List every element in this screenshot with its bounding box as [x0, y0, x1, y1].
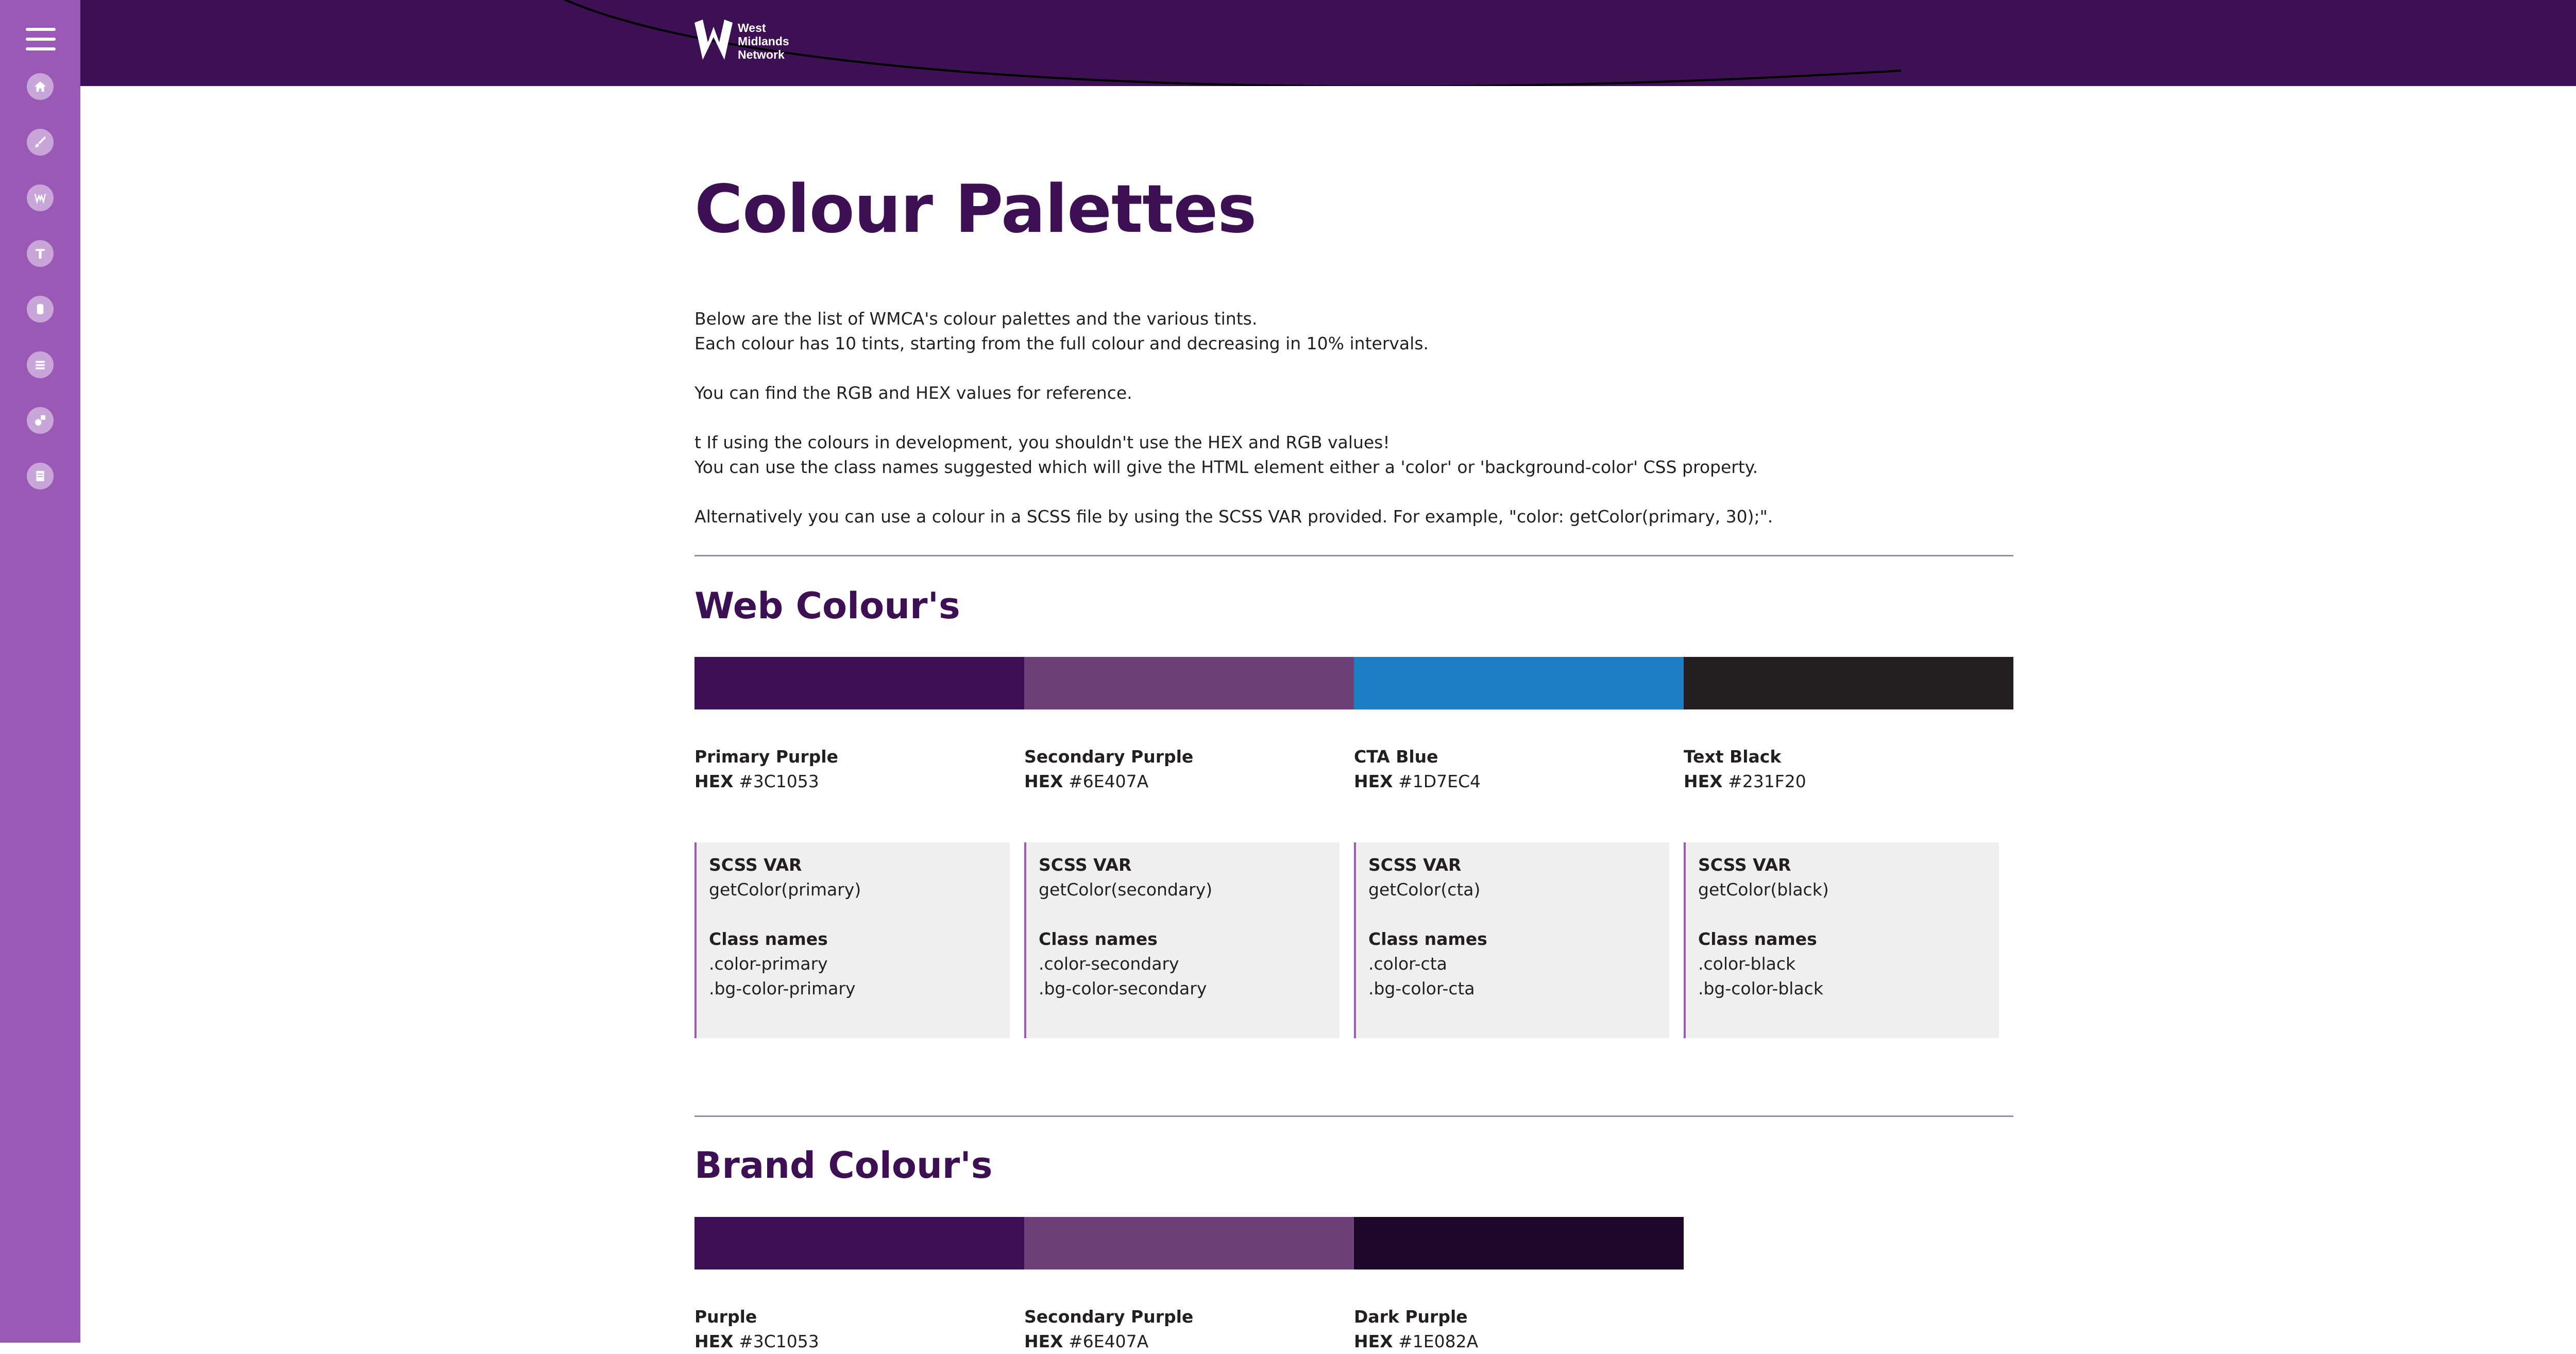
colour-card: Secondary Purple HEX #6E407A — [1024, 1305, 1354, 1354]
brush-icon[interactable] — [27, 129, 54, 156]
class-names-label: Class names — [1039, 929, 1158, 949]
colour-name: Secondary Purple — [1024, 747, 1194, 767]
scss-var-value: getColor(cta) — [1368, 879, 1481, 900]
colour-hex: HEX #1E082A — [1354, 1331, 1479, 1351]
scss-var-value: getColor(secondary) — [1039, 879, 1213, 900]
intro-line: t If using the colours in development, y… — [694, 432, 1390, 452]
class-name: .bg-color-secondary — [1039, 978, 1207, 998]
colour-hex: HEX #6E407A — [1024, 1331, 1149, 1351]
header-curve-decoration — [563, 0, 1902, 86]
colour-hex: HEX #231F20 — [1684, 771, 1806, 791]
class-name: .color-primary — [709, 954, 828, 974]
home-icon[interactable] — [27, 73, 54, 100]
intro-line: You can use the class names suggested wh… — [694, 457, 1758, 477]
swatch-dark-purple — [1354, 1217, 1684, 1270]
logo-mark-icon — [694, 20, 733, 60]
wmn-logo[interactable]: West Midlands Network — [694, 20, 789, 63]
divider — [694, 555, 2013, 556]
icon-set-icon[interactable] — [27, 407, 54, 434]
sidebar — [0, 0, 80, 1343]
colour-hex: HEX #1D7EC4 — [1354, 771, 1481, 791]
colour-hex: HEX #3C1053 — [694, 771, 819, 791]
typography-icon[interactable] — [27, 240, 54, 267]
scss-var-value: getColor(black) — [1698, 879, 1829, 900]
logo-icon[interactable] — [27, 184, 54, 211]
class-name: .color-cta — [1368, 954, 1447, 974]
swatch-primary-purple — [694, 657, 1024, 709]
swatch-secondary-purple — [1024, 657, 1354, 709]
colour-usage-panel: SCSS VAR getColor(black) Class names .co… — [1684, 842, 1999, 1038]
divider — [694, 1115, 2013, 1117]
brand-colour-swatches — [694, 1217, 1684, 1270]
colour-hex: HEX #6E407A — [1024, 771, 1149, 791]
intro-text: Below are the list of WMCA's colour pale… — [694, 307, 2013, 554]
scss-var-value: getColor(primary) — [709, 879, 861, 900]
scss-var-label: SCSS VAR — [1698, 855, 1791, 875]
web-colour-swatches — [694, 657, 2013, 709]
colour-usage-panel: SCSS VAR getColor(secondary) Class names… — [1024, 842, 1340, 1038]
colour-usage-panel: SCSS VAR getColor(cta) Class names .colo… — [1354, 842, 1669, 1038]
scss-var-label: SCSS VAR — [1039, 855, 1132, 875]
component-icon[interactable] — [27, 296, 54, 323]
class-name: .bg-color-black — [1698, 978, 1823, 998]
colour-name: Dark Purple — [1354, 1307, 1468, 1327]
swatch-cta-blue — [1354, 657, 1684, 709]
swatch-purple — [694, 1217, 1024, 1270]
intro-line: Each colour has 10 tints, starting from … — [694, 333, 1429, 353]
intro-line: You can find the RGB and HEX values for … — [694, 383, 1132, 403]
swatch-text-black — [1684, 657, 2013, 709]
intro-line: Alternatively you can use a colour in a … — [694, 506, 1773, 527]
colour-card: Purple HEX #3C1053 — [694, 1305, 1024, 1354]
class-name: .color-black — [1698, 954, 1796, 974]
colour-card: Text Black HEX #231F20 SCSS VAR getColor… — [1684, 744, 2013, 1038]
class-names-label: Class names — [1698, 929, 1817, 949]
colour-name: CTA Blue — [1354, 747, 1438, 767]
colour-name: Primary Purple — [694, 747, 838, 767]
document-icon[interactable] — [27, 463, 54, 489]
class-name: .bg-color-cta — [1368, 978, 1475, 998]
brand-colour-cards: Purple HEX #3C1053 Secondary Purple HEX … — [694, 1305, 1684, 1354]
logo-wordmark: West Midlands Network — [738, 21, 789, 61]
colour-name: Purple — [694, 1307, 757, 1327]
site-header: West Midlands Network — [80, 0, 2576, 86]
class-name: .color-secondary — [1039, 954, 1179, 974]
swatch-secondary-purple — [1024, 1217, 1354, 1270]
class-name: .bg-color-primary — [709, 978, 856, 998]
colour-card: CTA Blue HEX #1D7EC4 SCSS VAR getColor(c… — [1354, 744, 1684, 1038]
colour-hex: HEX #3C1053 — [694, 1331, 819, 1351]
layout-icon[interactable] — [27, 351, 54, 378]
colour-card: Dark Purple HEX #1E082A — [1354, 1305, 1684, 1354]
colour-usage-panel: SCSS VAR getColor(primary) Class names .… — [694, 842, 1010, 1038]
class-names-label: Class names — [1368, 929, 1487, 949]
brand-colours-heading: Brand Colour's — [694, 1144, 993, 1187]
scss-var-label: SCSS VAR — [709, 855, 802, 875]
class-names-label: Class names — [709, 929, 828, 949]
colour-name: Secondary Purple — [1024, 1307, 1194, 1327]
hamburger-icon[interactable] — [26, 28, 56, 50]
scss-var-label: SCSS VAR — [1368, 855, 1462, 875]
colour-name: Text Black — [1684, 747, 1782, 767]
page-title: Colour Palettes — [694, 171, 1257, 248]
web-colours-heading: Web Colour's — [694, 585, 960, 627]
colour-card: Secondary Purple HEX #6E407A SCSS VAR ge… — [1024, 744, 1354, 1038]
colour-card: Primary Purple HEX #3C1053 SCSS VAR getC… — [694, 744, 1024, 1038]
web-colour-cards: Primary Purple HEX #3C1053 SCSS VAR getC… — [694, 744, 2013, 1038]
intro-line: Below are the list of WMCA's colour pale… — [694, 309, 1258, 329]
